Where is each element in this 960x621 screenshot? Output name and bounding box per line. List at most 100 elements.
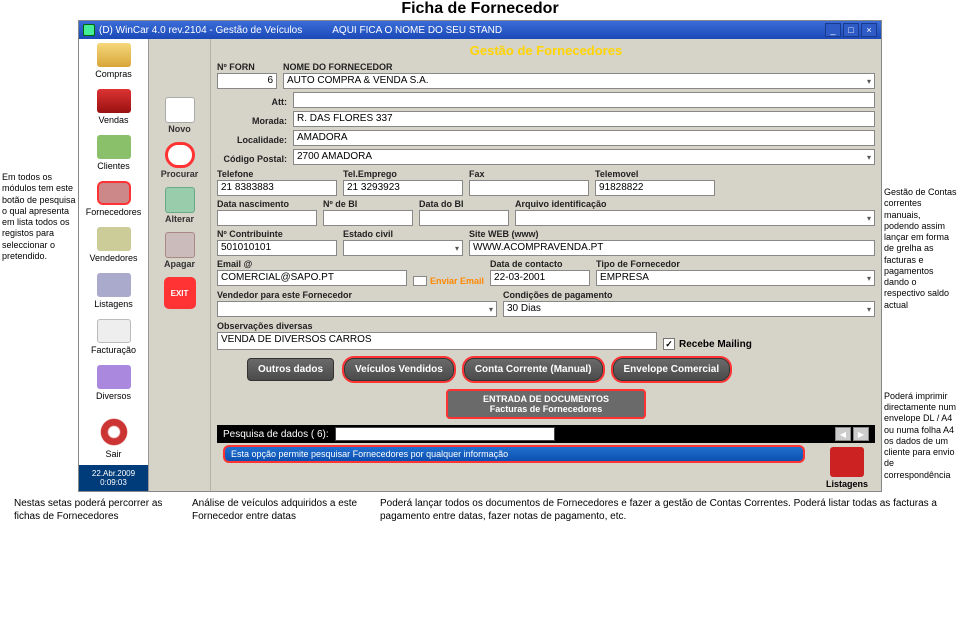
email-label: Email @: [217, 259, 407, 269]
obs-label: Observações diversas: [217, 321, 657, 331]
sidebar-item-compras[interactable]: Compras: [79, 39, 148, 85]
search-label: Pesquisa de dados ( 6):: [223, 429, 329, 440]
tool-alterar[interactable]: Alterar: [149, 184, 210, 229]
sidebar-item-facturacao[interactable]: Facturação: [79, 315, 148, 361]
sidebar-item-diversos[interactable]: Diversos: [79, 361, 148, 407]
outros-dados-button[interactable]: Outros dados: [247, 358, 334, 381]
att-input[interactable]: [293, 92, 875, 108]
sidebar-date: 22.Abr.2009: [81, 469, 146, 478]
next-record-button[interactable]: ▶: [853, 427, 869, 441]
datacontacto-label: Data de contacto: [490, 259, 590, 269]
databi-input[interactable]: [419, 210, 509, 226]
sidebar: Compras Vendas Clientes Fornecedores Ven…: [79, 39, 149, 491]
recebe-mailing-label: Recebe Mailing: [679, 339, 752, 350]
minimize-button[interactable]: _: [825, 23, 841, 37]
annotation-left: Em todos os módulos tem este botão de pe…: [0, 20, 78, 492]
sidebar-label: Vendedores: [89, 253, 137, 263]
listagens-side-icon: [830, 447, 864, 477]
siteweb-label: Site WEB (www): [469, 229, 875, 239]
app-icon: [83, 24, 95, 36]
envelope-comercial-button[interactable]: Envelope Comercial: [613, 358, 731, 381]
titlebar-stand: AQUI FICA O NOME DO SEU STAND: [332, 25, 502, 36]
sidebar-item-vendedores[interactable]: Vendedores: [79, 223, 148, 269]
compras-icon: [97, 43, 131, 67]
arquivo-label: Arquivo identificação: [515, 199, 875, 209]
nome-input[interactable]: AUTO COMPRA & VENDA S.A.: [283, 73, 875, 89]
bottom-annotations: Nestas setas poderá percorrer as fichas …: [0, 492, 960, 529]
maximize-button[interactable]: □: [843, 23, 859, 37]
centerbox-line1: ENTRADA DE DOCUMENTOS: [454, 394, 638, 404]
fax-input[interactable]: [469, 180, 589, 196]
fax-label: Fax: [469, 169, 589, 179]
facturacao-icon: [97, 319, 131, 343]
search-bar: Pesquisa de dados ( 6): ◀ ▶: [217, 425, 875, 443]
listagens-side-button[interactable]: Listagens: [819, 447, 875, 489]
estadocivil-label: Estado civil: [343, 229, 463, 239]
sidebar-item-listagens[interactable]: Listagens: [79, 269, 148, 315]
estadocivil-input[interactable]: [343, 240, 463, 256]
enviar-email-link[interactable]: Enviar Email: [413, 276, 484, 286]
telefone-input[interactable]: 21 8383883: [217, 180, 337, 196]
tipoforn-input[interactable]: EMPRESA: [596, 270, 875, 286]
enviar-email-label: Enviar Email: [430, 276, 484, 286]
condpag-input[interactable]: 30 Dias: [503, 301, 875, 317]
recebe-mailing-checkbox[interactable]: ✓Recebe Mailing: [663, 338, 752, 350]
cp-input[interactable]: 2700 AMADORA: [293, 149, 875, 165]
vendas-icon: [97, 89, 131, 113]
telemovel-input[interactable]: 91828822: [595, 180, 715, 196]
email-input[interactable]: COMERCIAL@SAPO.PT: [217, 270, 407, 286]
localidade-input[interactable]: AMADORA: [293, 130, 875, 146]
obs-input[interactable]: VENDA DE DIVERSOS CARROS: [217, 332, 657, 350]
tip-bar: Esta opção permite pesquisar Fornecedore…: [223, 445, 805, 463]
cp-label: Código Postal:: [224, 154, 288, 164]
nforn-label: Nº FORN: [217, 62, 277, 72]
sidebar-label: Listagens: [94, 299, 133, 309]
siteweb-input[interactable]: WWW.ACOMPRAVENDA.PT: [469, 240, 875, 256]
annotation-bottom-2: Análise de veículos adquiridos a este Fo…: [192, 498, 362, 523]
veiculos-vendidos-button[interactable]: Veículos Vendidos: [344, 358, 454, 381]
sidebar-item-clientes[interactable]: Clientes: [79, 131, 148, 177]
datanasc-input[interactable]: [217, 210, 317, 226]
telemp-input[interactable]: 21 3293923: [343, 180, 463, 196]
nforn-input[interactable]: 6: [217, 73, 277, 89]
conta-corrente-button[interactable]: Conta Corrente (Manual): [464, 358, 603, 381]
nbi-input[interactable]: [323, 210, 413, 226]
tool-apagar[interactable]: Apagar: [149, 229, 210, 274]
tool-novo[interactable]: Novo: [149, 94, 210, 139]
sidebar-datetime: 22.Abr.2009 0:09:03: [79, 465, 148, 491]
vendedor-input[interactable]: [217, 301, 497, 317]
sidebar-label: Diversos: [96, 391, 131, 401]
search-input[interactable]: [335, 427, 555, 441]
listagens-icon: [97, 273, 131, 297]
power-icon: [99, 417, 129, 447]
close-button[interactable]: ×: [861, 23, 877, 37]
listagens-side-label: Listagens: [826, 479, 868, 489]
tool-procurar[interactable]: Procurar: [149, 139, 210, 184]
annotation-right-2: Poderá imprimir directamente num envelop…: [884, 391, 958, 481]
sidebar-item-fornecedores[interactable]: Fornecedores: [79, 177, 148, 223]
entrada-documentos-button[interactable]: ENTRADA DE DOCUMENTOS Facturas de Fornec…: [446, 389, 646, 419]
tool-exit[interactable]: EXIT: [149, 274, 210, 314]
databi-label: Data do BI: [419, 199, 509, 209]
telefone-label: Telefone: [217, 169, 337, 179]
datacontacto-input[interactable]: 22-03-2001: [490, 270, 590, 286]
att-label: Att:: [272, 97, 288, 107]
sidebar-item-sair[interactable]: Sair: [79, 407, 148, 465]
localidade-label: Localidade:: [237, 135, 287, 145]
sidebar-label: Sair: [105, 449, 121, 459]
sidebar-label: Facturação: [91, 345, 136, 355]
centerbox-line2: Facturas de Fornecedores: [454, 404, 638, 414]
arquivo-input[interactable]: [515, 210, 875, 226]
fornecedores-icon: [97, 181, 131, 205]
page-title: Ficha de Fornecedor: [0, 0, 960, 18]
ncontr-input[interactable]: 501010101: [217, 240, 337, 256]
sidebar-label: Fornecedores: [86, 207, 142, 217]
apagar-icon: [165, 232, 195, 258]
sidebar-label: Vendas: [98, 115, 128, 125]
alterar-icon: [165, 187, 195, 213]
titlebar: (D) WinCar 4.0 rev.2104 - Gestão de Veíc…: [79, 21, 881, 39]
sidebar-label: Compras: [95, 69, 132, 79]
morada-input[interactable]: R. DAS FLORES 337: [293, 111, 875, 127]
prev-record-button[interactable]: ◀: [835, 427, 851, 441]
sidebar-item-vendas[interactable]: Vendas: [79, 85, 148, 131]
